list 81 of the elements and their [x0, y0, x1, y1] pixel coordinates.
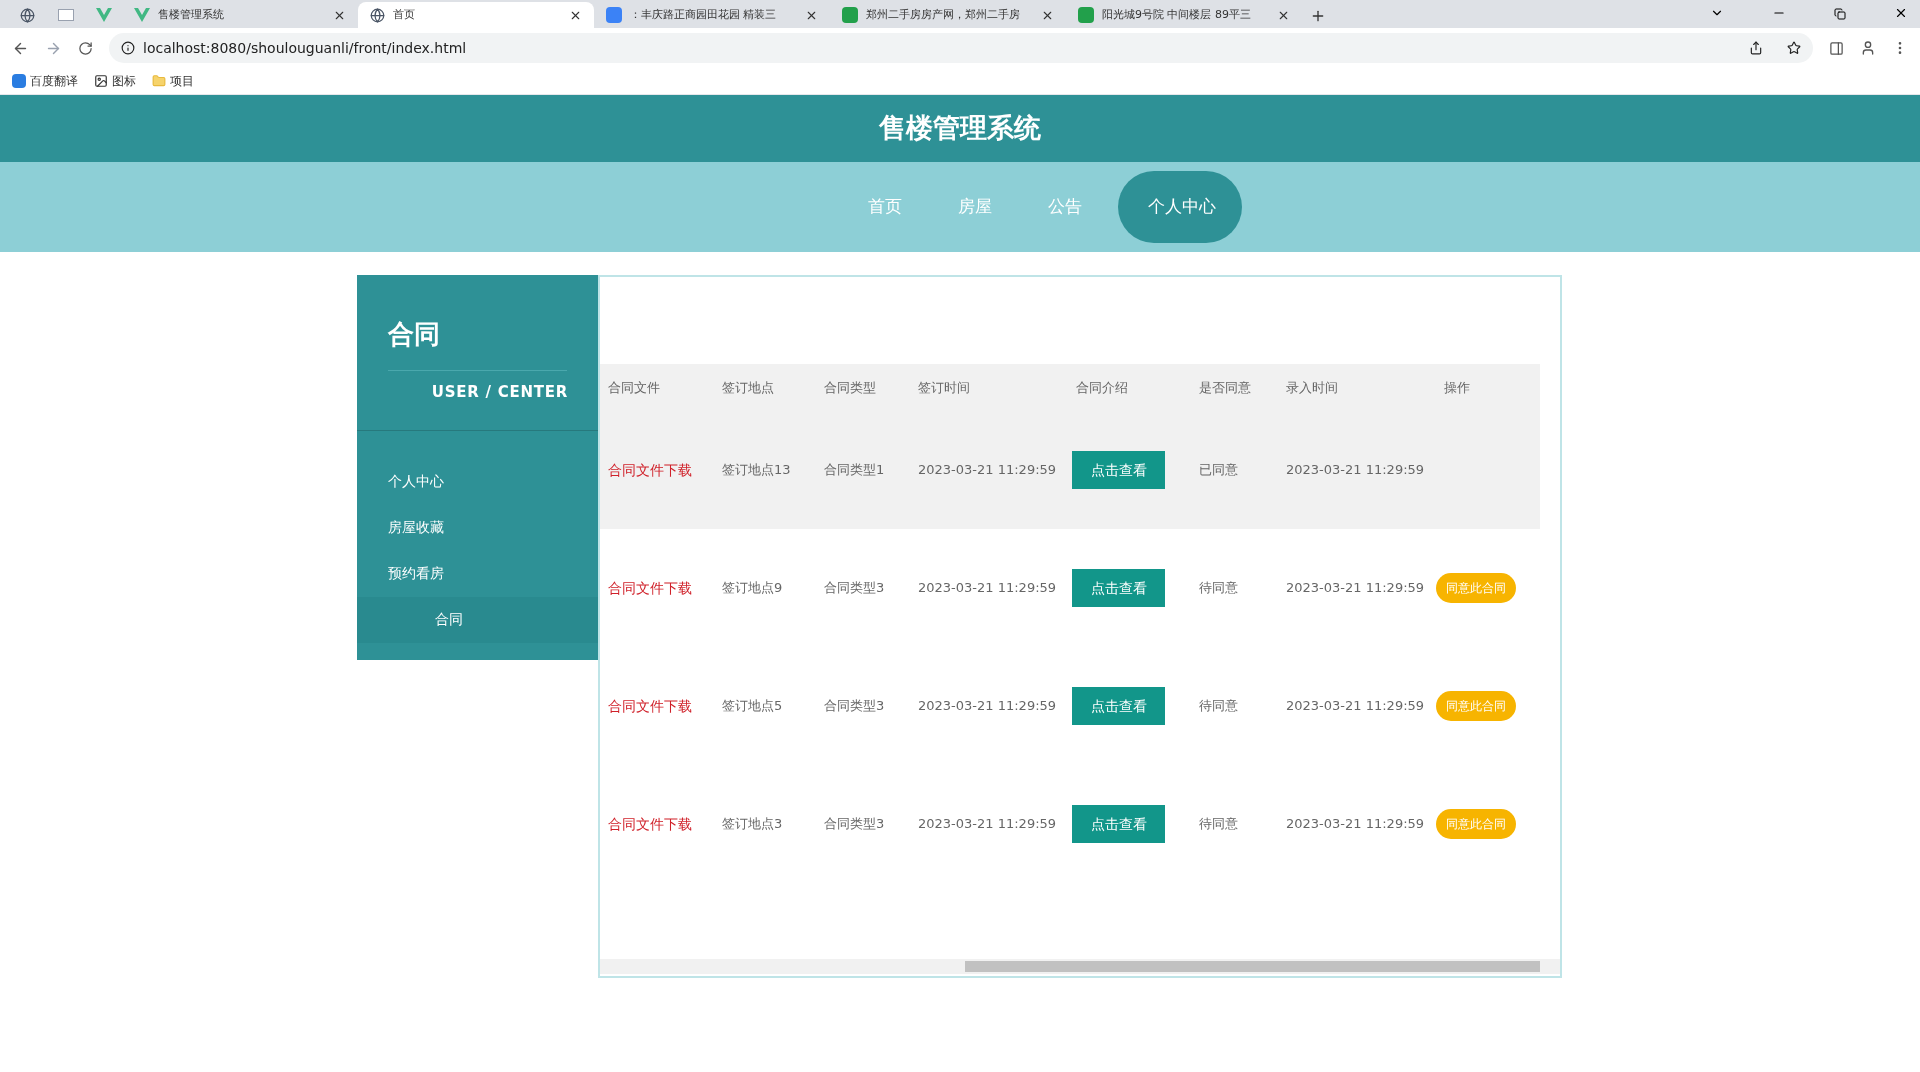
globe-icon [370, 7, 385, 23]
sidebar-item[interactable]: 房屋收藏 [357, 504, 598, 551]
table-cell-text: 待同意 [1198, 697, 1239, 716]
tab-title: 售楼管理系统 [158, 6, 225, 23]
view-button[interactable]: 点击查看 [1072, 569, 1165, 607]
page-icon [58, 9, 74, 21]
table-cell-text: 2023-03-21 11:29:59 [917, 697, 1058, 716]
column-header: 签订地点 [721, 378, 775, 397]
table-cell-text: 2023-03-21 11:29:59 [917, 461, 1058, 480]
table-cell-text: 待同意 [1198, 815, 1239, 834]
site-title: 售楼管理系统 [879, 111, 1041, 146]
horizontal-scrollbar[interactable] [600, 959, 1560, 974]
download-link[interactable]: 合同文件下载 [600, 695, 714, 717]
browser-tab[interactable]: 售楼管理系统 [122, 2, 358, 28]
url-text: localhost:8080/shoulouguanli/front/index.html [143, 38, 467, 58]
scrollbar-thumb[interactable] [965, 961, 1540, 972]
bookmark[interactable]: 图标 [94, 72, 136, 90]
v-logo-icon [96, 8, 112, 22]
new-tab-icon[interactable] [1310, 8, 1326, 24]
table-cell-text: 签订地点9 [721, 579, 784, 598]
sidebar-item[interactable]: 预约看房 [357, 550, 598, 597]
site-icon [606, 7, 622, 23]
browser-tab[interactable]: 首页 [358, 2, 594, 28]
table-cell-text: 待同意 [1198, 579, 1239, 598]
table-cell-text: 合同类型3 [823, 815, 886, 834]
sidebar-item[interactable]: 个人中心 [357, 458, 598, 505]
tab-title: ：丰庆路正商园田花园 精装三 [630, 6, 778, 23]
table-cell-text: 2023-03-21 11:29:59 [1285, 697, 1426, 716]
bookmark[interactable]: 项目 [152, 72, 194, 90]
column-header: 签订时间 [917, 378, 971, 397]
restore-icon[interactable] [1834, 8, 1846, 20]
download-link[interactable]: 合同文件下载 [600, 813, 714, 835]
close-icon[interactable] [1894, 6, 1908, 20]
share-icon[interactable] [1749, 41, 1763, 55]
table-cell-text: 已同意 [1198, 461, 1239, 480]
download-link[interactable]: 合同文件下载 [600, 459, 714, 481]
download-link[interactable]: 合同文件下载 [600, 577, 714, 599]
tab-title: 郑州二手房房产网，郑州二手房 [866, 6, 1021, 23]
table-cell-text: 签订地点5 [721, 697, 784, 716]
table-cell-text: 2023-03-21 11:29:59 [1285, 579, 1426, 598]
side-panel-icon[interactable] [1829, 40, 1844, 56]
view-button[interactable]: 点击查看 [1072, 687, 1165, 725]
image-icon [94, 74, 108, 88]
bookmark[interactable]: 百度翻译 [12, 72, 78, 90]
column-header: 操作 [1443, 378, 1471, 397]
site-icon [842, 7, 858, 23]
v-logo-icon [134, 8, 150, 22]
column-header: 是否同意 [1198, 378, 1252, 397]
nav-link[interactable]: 个人中心 [1118, 171, 1242, 243]
table-cell-text: 2023-03-21 11:29:59 [917, 815, 1058, 834]
sidebar-item[interactable]: 合同 [357, 596, 598, 643]
table-cell-text: 2023-03-21 11:29:59 [1285, 815, 1426, 834]
table-cell-text: 2023-03-21 11:29:59 [1285, 461, 1426, 480]
tab-title: 首页 [393, 6, 416, 23]
profile-icon[interactable] [1860, 40, 1876, 56]
table-cell-text: 合同类型3 [823, 697, 886, 716]
table-cell-text: 签订地点3 [721, 815, 784, 834]
view-button[interactable]: 点击查看 [1072, 451, 1165, 489]
column-header: 合同类型 [823, 378, 877, 397]
table-cell-text: 合同类型1 [823, 461, 886, 480]
translate-icon [12, 74, 26, 88]
column-header: 录入时间 [1285, 378, 1339, 397]
info-icon [121, 41, 135, 55]
column-header: 合同文件 [607, 378, 661, 397]
browser-tab[interactable]: ：丰庆路正商园田花园 精装三 [594, 2, 830, 28]
sidebar-subtitle: USER / CENTER [431, 382, 569, 403]
table-cell-text: 签订地点13 [721, 461, 792, 480]
browser-tab[interactable]: 阳光城9号院 中间楼层 89平三 [1066, 2, 1302, 28]
sidebar-title: 合同 [387, 318, 441, 351]
table-cell-text: 2023-03-21 11:29:59 [917, 579, 1058, 598]
tab-title: 阳光城9号院 中间楼层 89平三 [1102, 6, 1252, 23]
site-icon [1078, 7, 1094, 23]
browser-tab[interactable]: 郑州二手房房产网，郑州二手房 [830, 2, 1066, 28]
column-header: 合同介绍 [1075, 378, 1129, 397]
address-bar[interactable]: localhost:8080/shoulouguanli/front/index.html [109, 33, 1813, 63]
star-icon[interactable] [1787, 41, 1801, 55]
table-cell-text: 合同类型3 [823, 579, 886, 598]
view-button[interactable]: 点击查看 [1072, 805, 1165, 843]
folder-icon [152, 74, 166, 88]
globe-icon [20, 7, 35, 23]
reload-icon[interactable] [78, 40, 93, 56]
